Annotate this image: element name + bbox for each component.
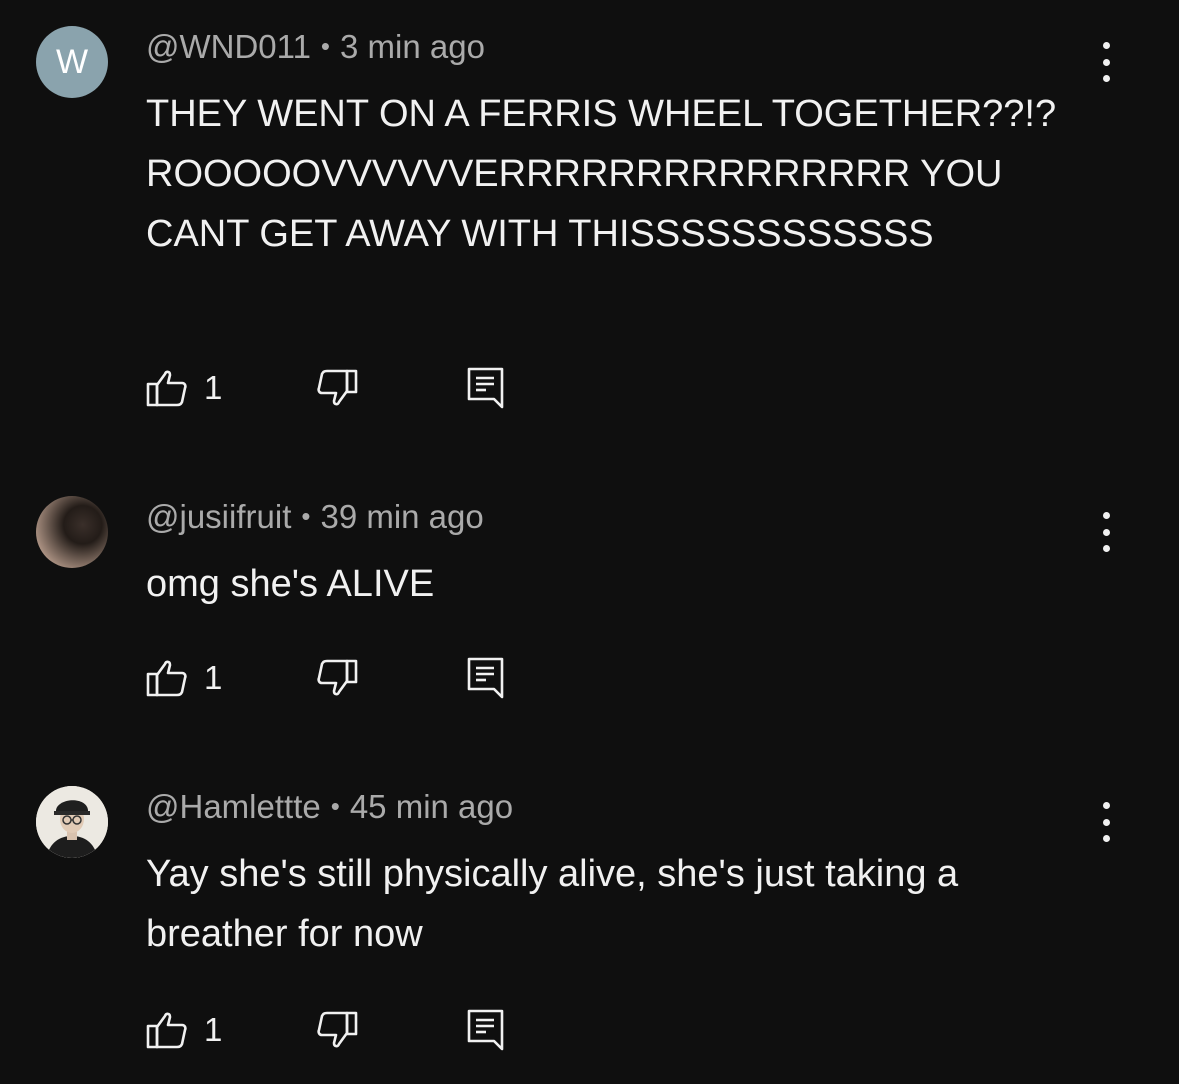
more-vertical-icon[interactable] <box>1092 42 1120 82</box>
comment-meta: @jusiifruit • 39 min ago <box>146 498 484 536</box>
dislike-button[interactable] <box>316 366 358 410</box>
thumbs-up-icon <box>146 660 187 697</box>
author-name[interactable]: @jusiifruit <box>146 498 291 535</box>
reply-comment-icon <box>467 657 504 699</box>
avatar[interactable]: W <box>36 26 108 98</box>
meta-separator: • <box>330 791 340 821</box>
comment-timestamp: 3 min ago <box>340 28 485 65</box>
like-button[interactable]: 1 <box>146 366 222 410</box>
avatar[interactable] <box>36 786 108 858</box>
author-name[interactable]: @Hamlettte <box>146 788 321 825</box>
thumbs-down-icon <box>317 659 358 696</box>
like-button[interactable]: 1 <box>146 1008 222 1052</box>
thumbs-up-icon <box>146 1012 187 1049</box>
dislike-button[interactable] <box>316 1008 358 1052</box>
reply-comment-icon <box>467 1009 504 1051</box>
avatar[interactable] <box>36 496 108 568</box>
meta-separator: • <box>320 31 331 61</box>
thumbs-up-icon <box>146 370 187 407</box>
comment-meta: @WND011 • 3 min ago <box>146 28 485 66</box>
meta-separator: • <box>301 501 311 531</box>
avatar-letter: W <box>55 42 89 81</box>
reply-comment-icon <box>467 367 504 409</box>
avatar-illustration <box>36 786 108 858</box>
comment-timestamp: 39 min ago <box>320 498 484 535</box>
reply-button[interactable] <box>466 1008 506 1052</box>
comment-text: omg she's ALIVE <box>146 563 435 605</box>
more-vertical-icon[interactable] <box>1092 802 1120 842</box>
reply-button[interactable] <box>466 366 506 410</box>
reply-button[interactable] <box>466 656 506 700</box>
author-name[interactable]: @WND011 <box>146 28 311 65</box>
comment-timestamp: 45 min ago <box>349 788 514 825</box>
comment-meta: @Hamlettte • 45 min ago <box>146 788 513 826</box>
comment-text: THEY WENT ON A FERRIS WHEEL TOGETHER??!?… <box>146 93 1057 255</box>
like-count: 1 <box>204 659 223 696</box>
dislike-button[interactable] <box>316 656 358 700</box>
more-vertical-icon[interactable] <box>1092 512 1120 552</box>
thumbs-down-icon <box>317 369 358 406</box>
thumbs-down-icon <box>317 1011 358 1048</box>
like-button[interactable]: 1 <box>146 656 222 700</box>
like-count: 1 <box>204 369 223 406</box>
like-count: 1 <box>204 1011 223 1048</box>
comment-text: Yay she's still physically alive, she's … <box>146 853 959 955</box>
